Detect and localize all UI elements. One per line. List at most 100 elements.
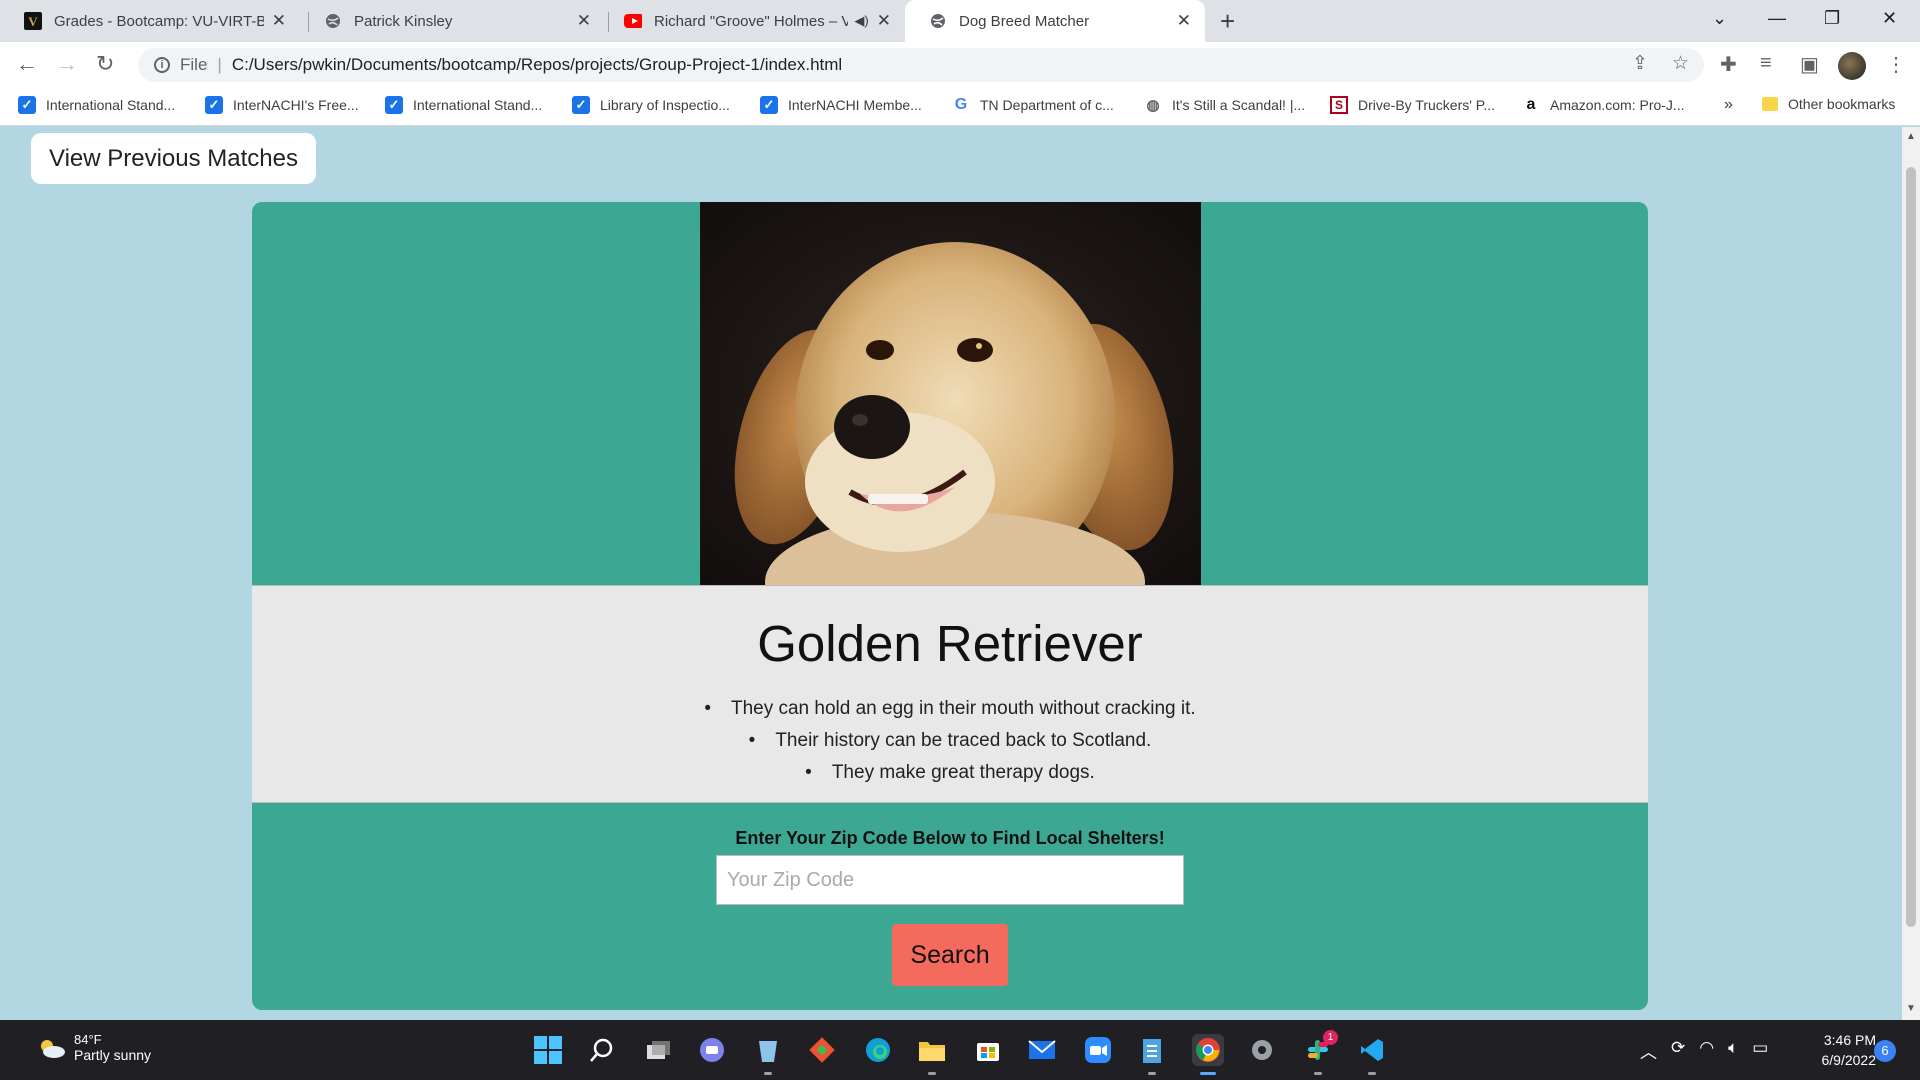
close-tab-icon[interactable]: ✕	[877, 11, 891, 31]
clock[interactable]: 3:46 PM 6/9/2022	[1800, 1030, 1877, 1070]
breed-fact: They make great therapy dogs.	[252, 757, 1648, 789]
battery-icon[interactable]: ▭	[1752, 1038, 1768, 1063]
bookmark-item[interactable]: ✓ InterNACHI Membe...	[760, 96, 922, 114]
start-icon[interactable]	[532, 1034, 564, 1066]
tab-title: Grades - Bootcamp: VU-VIRT-BO	[54, 12, 264, 30]
bookmark-item[interactable]: a Amazon.com: Pro-J...	[1522, 96, 1685, 114]
bookmark-item[interactable]: G TN Department of c...	[952, 96, 1114, 114]
tab-patrick-kinsley[interactable]: Patrick Kinsley ✕	[300, 0, 605, 42]
svg-text:V: V	[28, 14, 38, 29]
bookmark-label: Amazon.com: Pro-J...	[1550, 97, 1685, 113]
checkbox-icon: ✓	[385, 96, 403, 114]
tab-grades[interactable]: V Grades - Bootcamp: VU-VIRT-BO ✕	[0, 0, 300, 42]
chrome-icon[interactable]	[1192, 1034, 1224, 1075]
bookmark-label: TN Department of c...	[980, 97, 1114, 113]
side-panel-icon[interactable]: ▣	[1800, 52, 1819, 77]
sync-icon[interactable]: ⟳	[1671, 1038, 1685, 1063]
restore-icon[interactable]: ❐	[1824, 8, 1840, 29]
view-previous-matches-button[interactable]: View Previous Matches	[31, 133, 316, 184]
file-explorer-icon[interactable]	[916, 1034, 948, 1075]
profile-avatar[interactable]	[1838, 52, 1866, 80]
more-bookmarks-button[interactable]: »	[1724, 96, 1733, 114]
page-scrollbar[interactable]: ▲ ▼	[1902, 127, 1920, 1020]
weather-condition: Partly sunny	[74, 1047, 152, 1063]
search-button[interactable]: Search	[892, 924, 1008, 986]
tab-search-icon[interactable]: ⌄	[1712, 8, 1727, 29]
edge-icon[interactable]	[862, 1034, 894, 1066]
minimize-icon[interactable]: —	[1768, 8, 1786, 29]
close-tab-icon[interactable]: ✕	[577, 11, 591, 31]
volume-icon[interactable]: 🔈︎	[1728, 1038, 1738, 1063]
audio-playing-icon[interactable]: ◀)	[854, 13, 868, 29]
bookmark-item[interactable]: ✓ Library of Inspectio...	[572, 96, 730, 114]
dog-photo	[700, 202, 1201, 585]
task-view-icon[interactable]	[642, 1034, 674, 1066]
breed-name: Golden Retriever	[757, 615, 1143, 672]
vanderbilt-icon: V	[24, 12, 42, 30]
other-bookmarks[interactable]: Other bookmarks	[1762, 96, 1895, 112]
google-icon: G	[954, 96, 968, 113]
globe-icon	[324, 12, 342, 30]
scroll-down-icon[interactable]: ▼	[1906, 1003, 1916, 1014]
share-icon[interactable]: ⇪	[1632, 52, 1648, 75]
bookmark-item[interactable]: S Drive-By Truckers' P...	[1330, 96, 1495, 114]
bookmark-item[interactable]: ✓ InterNACHI's Free...	[205, 96, 359, 114]
browser-toolbar: ← → ↻ i File | C:/Users/pwkin/Documents/…	[0, 42, 1920, 88]
media-control-icon[interactable]: ≡	[1760, 52, 1772, 75]
close-window-icon[interactable]: ✕	[1882, 8, 1897, 29]
git-icon[interactable]	[806, 1034, 838, 1066]
bookmark-label: It's Still a Scandal! |...	[1172, 97, 1306, 113]
checkbox-icon: ✓	[205, 96, 223, 114]
reload-icon[interactable]: ↻	[96, 51, 114, 77]
scroll-up-icon[interactable]: ▲	[1906, 131, 1916, 142]
wifi-icon[interactable]: ◠	[1699, 1038, 1714, 1063]
zip-code-input[interactable]	[716, 855, 1184, 905]
mail-icon[interactable]	[1026, 1034, 1058, 1066]
other-bookmarks-label: Other bookmarks	[1788, 96, 1896, 112]
page-viewport: View Previous Matches Golden Retriever •…	[0, 127, 1902, 1020]
menu-icon[interactable]: ⋮	[1886, 52, 1906, 77]
tab-youtube[interactable]: Richard "Groove" Holmes – V ◀) ✕	[600, 0, 905, 42]
checkbox-icon: ✓	[760, 96, 778, 114]
clock-date: 6/9/2022	[1821, 1052, 1877, 1068]
tab-dog-breed-matcher[interactable]: Dog Breed Matcher ✕	[905, 0, 1205, 42]
search-icon[interactable]	[586, 1034, 618, 1066]
vscode-icon[interactable]	[1356, 1034, 1388, 1075]
info-icon[interactable]: i	[154, 57, 170, 73]
chevron-up-icon[interactable]: ︿	[1640, 1038, 1657, 1063]
teams-chat-icon[interactable]	[696, 1034, 728, 1066]
settings-icon[interactable]	[1246, 1034, 1278, 1066]
scroll-thumb[interactable]	[1906, 167, 1916, 927]
bookmark-item[interactable]: ✓ International Stand...	[18, 96, 175, 114]
recycle-bin-icon[interactable]	[752, 1034, 784, 1075]
notepad-icon[interactable]	[1136, 1034, 1168, 1075]
slack-icon[interactable]: 1	[1302, 1030, 1338, 1075]
store-icon[interactable]	[972, 1034, 1004, 1066]
extensions-icon[interactable]: ✚	[1720, 52, 1737, 77]
bookmark-item[interactable]: ◍ It's Still a Scandal! |...	[1144, 96, 1305, 114]
checkbox-icon: ✓	[572, 96, 590, 114]
chevron-right-icon: »	[1724, 96, 1733, 113]
address-bar[interactable]: i File | C:/Users/pwkin/Documents/bootca…	[138, 48, 1704, 82]
url-text: C:/Users/pwkin/Documents/bootcamp/Repos/…	[231, 55, 843, 74]
forward-icon[interactable]: →	[56, 51, 78, 77]
breed-card: Golden Retriever They can hold an egg in…	[252, 202, 1648, 1010]
notification-count-badge[interactable]: 6	[1874, 1040, 1896, 1062]
s-icon: S	[1330, 96, 1348, 114]
zip-code-label: Enter Your Zip Code Below to Find Local …	[735, 828, 1165, 848]
amazon-icon: a	[1526, 96, 1536, 113]
back-icon[interactable]: ←	[16, 51, 38, 77]
weather-widget[interactable]: 84°F Partly sunny	[36, 1032, 151, 1063]
new-tab-icon[interactable]: +	[1220, 6, 1235, 37]
clock-time: 3:46 PM	[1823, 1032, 1876, 1048]
taskbar: 84°F Partly sunny 1 ︿ ⟳ ◠ 🔈︎ ▭ 3:46 PM 6…	[0, 1020, 1920, 1080]
system-tray: ︿ ⟳ ◠ 🔈︎ ▭	[1640, 1038, 1768, 1063]
bookmark-star-icon[interactable]: ☆	[1672, 52, 1689, 75]
tab-title: Dog Breed Matcher	[959, 12, 1090, 30]
bookmark-label: International Stand...	[46, 97, 176, 113]
close-tab-icon[interactable]: ✕	[1177, 11, 1191, 31]
url-scheme: File	[180, 55, 208, 74]
close-tab-icon[interactable]: ✕	[272, 11, 286, 31]
zoom-icon[interactable]	[1082, 1034, 1114, 1066]
bookmark-item[interactable]: ✓ International Stand...	[385, 96, 542, 114]
